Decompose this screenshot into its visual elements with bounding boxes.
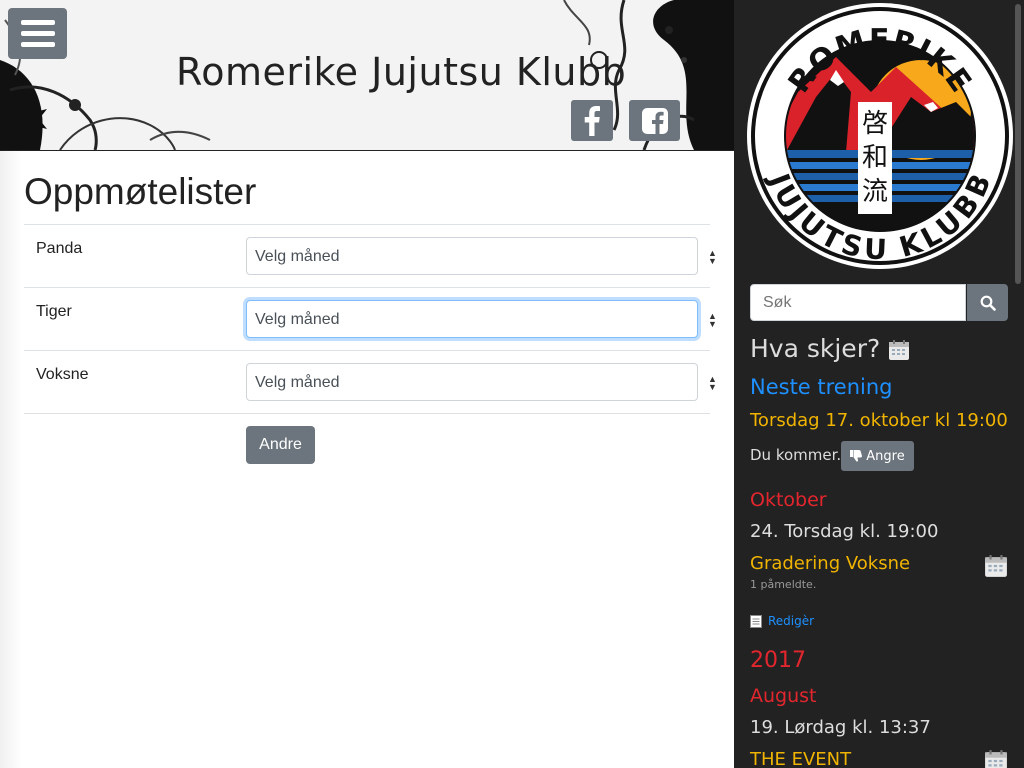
- undo-label: Angre: [866, 448, 905, 464]
- edit-label: Redigèr: [768, 614, 815, 628]
- menu-button[interactable]: [8, 8, 67, 59]
- logo-kanji: 啓: [862, 109, 888, 139]
- logo-kanji: 和: [862, 143, 888, 173]
- row-divider: [24, 413, 710, 414]
- facebook-icon: [584, 105, 600, 136]
- calendar-icon: [889, 340, 910, 360]
- month-select-voksne[interactable]: Velg måned: [246, 363, 698, 401]
- attendance-row-panda: Panda Velg måned ▲ ▼: [24, 224, 717, 287]
- sidebar: 啓 和 流 ROMERIKE JUJUTSU KLUBB Hva skjer? …: [734, 0, 1024, 768]
- next-training-date: Torsdag 17. oktober kl 19:00: [750, 410, 1008, 431]
- group-label: Tiger: [36, 303, 72, 320]
- events-heading: Hva skjer?: [750, 334, 910, 363]
- group-label: Voksne: [36, 366, 89, 383]
- event-signups: 1 påmeldte.: [750, 578, 817, 591]
- next-training-title[interactable]: Neste trening: [750, 375, 893, 399]
- search-input[interactable]: [750, 284, 966, 321]
- thumbs-down-icon: [850, 450, 863, 462]
- hamburger-icon: [20, 20, 55, 25]
- year-heading: 2017: [750, 648, 806, 673]
- month-heading: August: [750, 685, 817, 707]
- month-select-panda[interactable]: Velg måned: [246, 237, 698, 275]
- logo-kanji: 流: [862, 177, 888, 207]
- event-title[interactable]: Gradering Voksne: [750, 553, 910, 574]
- calendar-icon[interactable]: [984, 749, 1008, 768]
- site-title: Romerike Jujutsu Klubb: [176, 50, 627, 94]
- attendance-row-tiger: Tiger Velg måned ▲ ▼: [24, 287, 717, 350]
- calendar-icon[interactable]: [984, 554, 1008, 578]
- hamburger-bar: [20, 31, 55, 36]
- edit-event-link[interactable]: Redigèr: [750, 614, 814, 628]
- page-title: Oppmøtelister: [24, 171, 257, 212]
- hamburger-bar: [20, 42, 55, 47]
- facebook-button[interactable]: [571, 100, 613, 141]
- club-logo: 啓 和 流 ROMERIKE JUJUTSU KLUBB: [747, 3, 1013, 269]
- month-heading: Oktober: [750, 489, 827, 511]
- attendance-row-voksne: Voksne Velg måned ▲ ▼: [24, 350, 717, 413]
- event-title[interactable]: THE EVENT: [750, 749, 851, 768]
- facebook-square-icon: [641, 107, 668, 134]
- main-shadow: [0, 151, 22, 768]
- document-icon: [750, 614, 762, 628]
- search-button[interactable]: [967, 284, 1008, 321]
- attendance-status: Du kommer.: [750, 446, 842, 464]
- event-time: 19. Lørdag kl. 13:37: [750, 717, 931, 738]
- month-select-tiger[interactable]: Velg måned: [246, 300, 698, 338]
- facebook-page-button[interactable]: [629, 100, 680, 141]
- events-heading-text: Hva skjer?: [750, 334, 881, 363]
- group-label: Panda: [36, 240, 83, 257]
- sidebar-scrollbar[interactable]: [1015, 4, 1021, 284]
- event-time: 24. Torsdag kl. 19:00: [750, 521, 939, 542]
- search-icon: [980, 295, 996, 311]
- site-header: Romerike Jujutsu Klubb: [0, 0, 734, 151]
- other-button[interactable]: Andre: [246, 426, 315, 464]
- undo-attendance-button[interactable]: Angre: [841, 441, 914, 471]
